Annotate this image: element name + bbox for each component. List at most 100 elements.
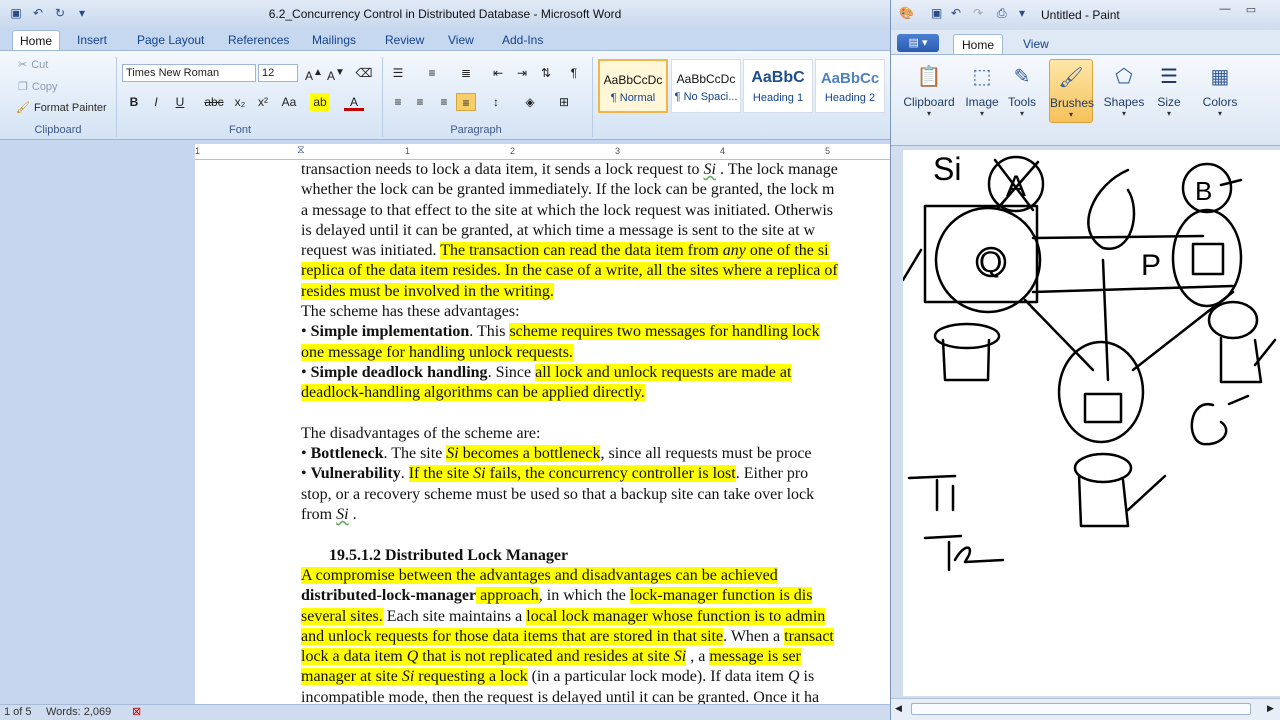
numbering-icon[interactable]: ≡ (422, 64, 442, 82)
grow-font-icon[interactable]: A▲ (304, 64, 324, 83)
print-icon[interactable]: ⎙ (997, 6, 1007, 21)
redo-icon[interactable]: ↷ (973, 6, 983, 20)
underline-icon[interactable]: U (170, 93, 190, 111)
increase-indent-icon[interactable]: ⇥ (512, 64, 532, 82)
save-icon[interactable]: ▣ (931, 6, 942, 20)
shapes-label: Shapes (1103, 95, 1145, 109)
shrink-font-icon[interactable]: A▼ (326, 64, 346, 83)
style-sample: AaBbCcDc (676, 72, 736, 86)
tab-mailings[interactable]: Mailings (305, 30, 363, 50)
tab-home[interactable]: Home (953, 34, 1004, 54)
tab-home[interactable]: Home (12, 30, 61, 50)
undo-icon[interactable]: ↶ (951, 6, 961, 20)
ruler-number: 1 (405, 146, 411, 156)
highlight-icon[interactable]: ab (310, 93, 330, 111)
bullets-icon[interactable]: ☰ (388, 64, 408, 82)
font-name-combobox[interactable]: Times New Roman (122, 64, 256, 82)
copy-button[interactable]: ❐ Copy (18, 80, 58, 94)
style-no-spacing[interactable]: AaBbCcDc ¶ No Spaci... (671, 59, 741, 113)
indent-marker-icon[interactable]: ⧖ (297, 144, 305, 157)
word-titlebar: ▣ ↶ ↻ ▾ 6.2_Concurrency Control in Distr… (0, 0, 890, 28)
colors-button[interactable]: ▦ Colors ▾ (1195, 59, 1245, 123)
word-window-title: 6.2_Concurrency Control in Distributed D… (268, 7, 622, 21)
subscript-icon[interactable]: x₂ (230, 93, 250, 111)
line-spacing-icon[interactable]: ↕ (486, 93, 506, 111)
word-ribbon-tabs: Home Insert Page Layout References Maili… (0, 28, 890, 50)
style-normal[interactable]: AaBbCcDc ¶ Normal (598, 59, 668, 113)
horizontal-scrollbar[interactable]: ◀ ▶ (891, 698, 1280, 720)
scissors-icon: ✂ (18, 59, 28, 71)
tab-view[interactable]: View (1015, 34, 1057, 54)
font-size-combobox[interactable]: 12 (258, 64, 298, 82)
page-count[interactable]: 1 of 5 (4, 706, 32, 718)
tab-review[interactable]: Review (378, 30, 431, 50)
brushes-label: Brushes (1050, 96, 1095, 110)
minimize-icon[interactable]: — (1213, 3, 1237, 19)
tab-view[interactable]: View (441, 30, 481, 50)
paint-window: 🎨 ▣ ↶ ↷ ⎙ ▾ Untitled - Paint — ▭ ▤ ▾ Hom… (890, 0, 1280, 720)
tools-button[interactable]: ✎ Tools ▾ (999, 59, 1045, 123)
document-margin-area (0, 144, 195, 704)
shapes-icon: ⬠ (1115, 66, 1133, 88)
tab-references[interactable]: References (221, 30, 296, 50)
bold-icon[interactable]: B (124, 93, 144, 111)
scrollbar-thumb[interactable] (911, 703, 1251, 715)
style-sample: AaBbCc (820, 70, 880, 87)
style-name: Heading 1 (752, 92, 804, 104)
proofing-error-icon[interactable]: ⊠ (132, 705, 141, 718)
maximize-icon[interactable]: ▭ (1239, 3, 1263, 19)
style-heading-2[interactable]: AaBbCc Heading 2 (815, 59, 885, 113)
brushes-button[interactable]: 🖌 Brushes ▾ (1049, 59, 1095, 123)
font-color-icon[interactable]: A (344, 93, 364, 111)
paint-app-icon: 🎨 (899, 6, 914, 20)
tab-add-ins[interactable]: Add-Ins (495, 30, 550, 50)
style-name: Heading 2 (824, 92, 876, 104)
image-icon: ⬚ (972, 66, 992, 88)
change-case-icon[interactable]: Aa (279, 93, 299, 111)
cut-button[interactable]: ✂ Cut (18, 58, 48, 72)
format-painter-label: Format Painter (33, 101, 107, 114)
strikethrough-icon[interactable]: abc (204, 93, 224, 111)
clipboard-icon: 📋 (916, 66, 942, 88)
sketch-drawing: Si A B Q P (903, 151, 1277, 572)
ruler-number: 2 (510, 146, 516, 156)
word-count[interactable]: Words: 2,069 (46, 706, 111, 718)
tab-insert[interactable]: Insert (70, 30, 114, 50)
style-heading-1[interactable]: AaBbC Heading 1 (743, 59, 813, 113)
canvas-area: Si A B Q P (891, 146, 1280, 698)
drawing-canvas[interactable]: Si A B Q P (903, 150, 1280, 696)
format-painter-button[interactable]: 🖌 Format Painter (16, 101, 107, 115)
customize-toolbar-icon[interactable]: ▾ (1019, 6, 1025, 20)
align-center-icon[interactable]: ≡ (410, 93, 430, 111)
scroll-left-icon[interactable]: ◀ (895, 703, 902, 714)
decrease-indent-icon[interactable]: ⇤ (488, 64, 508, 82)
word-status-bar: 1 of 5 Words: 2,069 ⊠ (0, 704, 890, 720)
ruler-number: 1 (195, 146, 201, 156)
scroll-right-icon[interactable]: ▶ (1267, 703, 1274, 714)
align-right-icon[interactable]: ≡ (434, 93, 454, 111)
borders-icon[interactable]: ⊞ (554, 93, 574, 111)
style-name: ¶ No Spaci... (674, 91, 738, 103)
copy-icon: ❐ (18, 81, 28, 93)
tab-page-layout[interactable]: Page Layout (130, 30, 211, 50)
superscript-icon[interactable]: x² (253, 93, 273, 111)
align-left-icon[interactable]: ≡ (388, 93, 408, 111)
tools-label: Tools (1007, 95, 1036, 109)
italic-icon[interactable]: I (146, 93, 166, 111)
paint-ribbon-tabs: Home View (891, 32, 1280, 54)
tools-icon: ✎ (1013, 66, 1031, 88)
sort-icon[interactable]: ⇅ (536, 64, 556, 82)
show-formatting-icon[interactable]: ¶ (564, 64, 584, 82)
clear-formatting-icon[interactable]: ⌫ (354, 64, 374, 82)
size-button[interactable]: ☰ Size ▾ (1145, 59, 1193, 123)
document-page[interactable]: transaction needs to lock a data item, i… (195, 160, 890, 704)
font-group-label: Font (228, 124, 251, 136)
clipboard-button[interactable]: 📋 Clipboard ▾ (903, 59, 955, 123)
justify-icon[interactable]: ≡ (456, 93, 476, 111)
horizontal-ruler[interactable]: 1 1 2 3 4 5 ⧖ (195, 144, 890, 160)
shapes-button[interactable]: ⬠ Shapes ▾ (1099, 59, 1149, 123)
shading-icon[interactable]: ◈ (520, 93, 540, 111)
brush-icon: 🖌 (1058, 67, 1084, 89)
p-label: P (1141, 249, 1161, 282)
multilevel-list-icon[interactable]: ≣ (456, 64, 476, 82)
